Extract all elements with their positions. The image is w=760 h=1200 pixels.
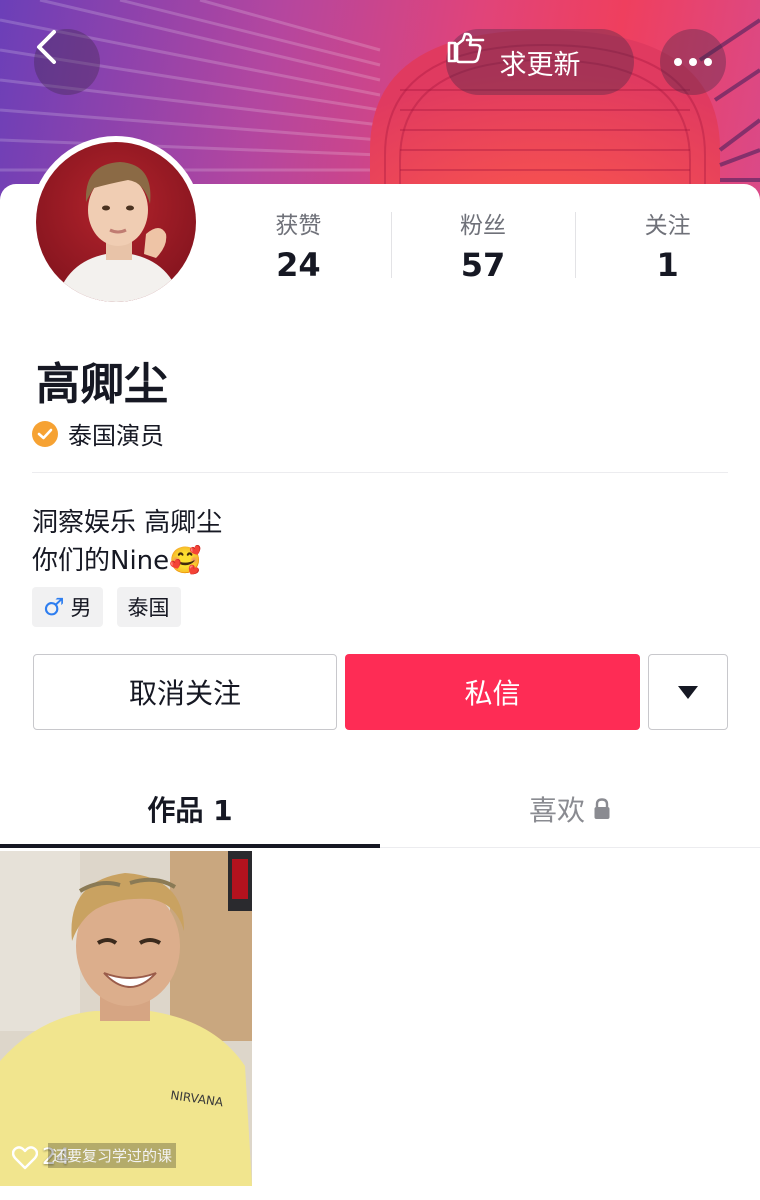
bio-line: 你们的Nine🥰 — [32, 546, 202, 576]
tag-gender: ♂ 男 — [32, 587, 103, 627]
stat-following[interactable]: 关注 1 — [575, 210, 760, 284]
bio-line: 洞察娱乐 高卿尘 — [32, 508, 223, 538]
tab-works-label: 作品 1 — [147, 794, 233, 827]
stat-following-label: 关注 — [644, 213, 691, 239]
chevron-left-icon — [37, 30, 56, 64]
profile-tags: ♂ 男 泰国 — [32, 587, 181, 627]
triangle-down-icon — [678, 685, 698, 699]
video-cover-image: NIRVANA — [0, 851, 252, 1186]
verification-label: 泰国演员 — [68, 422, 164, 450]
stat-likes-value: 24 — [276, 246, 321, 284]
video-thumbnail[interactable]: NIRVANA 24 还要复习学过的课 — [0, 851, 252, 1186]
message-button[interactable]: 私信 — [345, 654, 640, 730]
profile-stats: 获赞 24 粉丝 57 关注 1 — [206, 210, 760, 284]
unfollow-button[interactable]: 取消关注 — [33, 654, 337, 730]
action-buttons: 取消关注 私信 — [33, 654, 728, 730]
divider — [32, 472, 728, 473]
tab-works[interactable]: 作品 1 — [0, 770, 380, 848]
tag-gender-label: 男 — [70, 596, 92, 620]
back-button[interactable] — [34, 29, 100, 95]
tab-likes[interactable]: 喜欢 — [380, 770, 760, 848]
male-icon: ♂ — [43, 593, 65, 621]
stat-likes[interactable]: 获赞 24 — [206, 210, 391, 284]
recommend-dropdown-button[interactable] — [648, 654, 728, 730]
stat-likes-label: 获赞 — [275, 213, 322, 239]
video-caption: 还要复习学过的课 — [48, 1143, 177, 1168]
avatar[interactable] — [30, 136, 202, 308]
request-update-button[interactable]: 求更新 — [446, 29, 634, 95]
stat-followers[interactable]: 粉丝 57 — [390, 210, 576, 284]
stat-following-value: 1 — [656, 246, 679, 284]
tag-region: 泰国 — [116, 587, 181, 627]
avatar-image — [36, 142, 196, 302]
profile-bio: 洞察娱乐 高卿尘 你们的Nine🥰 — [32, 504, 222, 580]
heart-outline-icon — [12, 1145, 38, 1169]
avatar-portrait — [56, 162, 181, 302]
request-update-label: 求更新 — [499, 49, 581, 81]
tag-region-label: 泰国 — [127, 596, 170, 620]
tab-active-indicator — [0, 844, 380, 848]
tab-likes-label: 喜欢 — [528, 794, 585, 827]
more-button[interactable] — [660, 29, 726, 95]
stat-followers-label: 粉丝 — [460, 213, 506, 239]
profile-name: 高卿尘 — [36, 359, 168, 410]
pointing-hand-icon — [447, 32, 485, 64]
verification-row: 泰国演员 — [32, 416, 164, 451]
stat-followers-value: 57 — [460, 246, 506, 284]
content-tabs: 作品 1 喜欢 — [0, 770, 760, 848]
lock-icon — [594, 798, 610, 819]
check-badge-icon — [32, 420, 58, 447]
more-dots-icon — [674, 58, 712, 66]
